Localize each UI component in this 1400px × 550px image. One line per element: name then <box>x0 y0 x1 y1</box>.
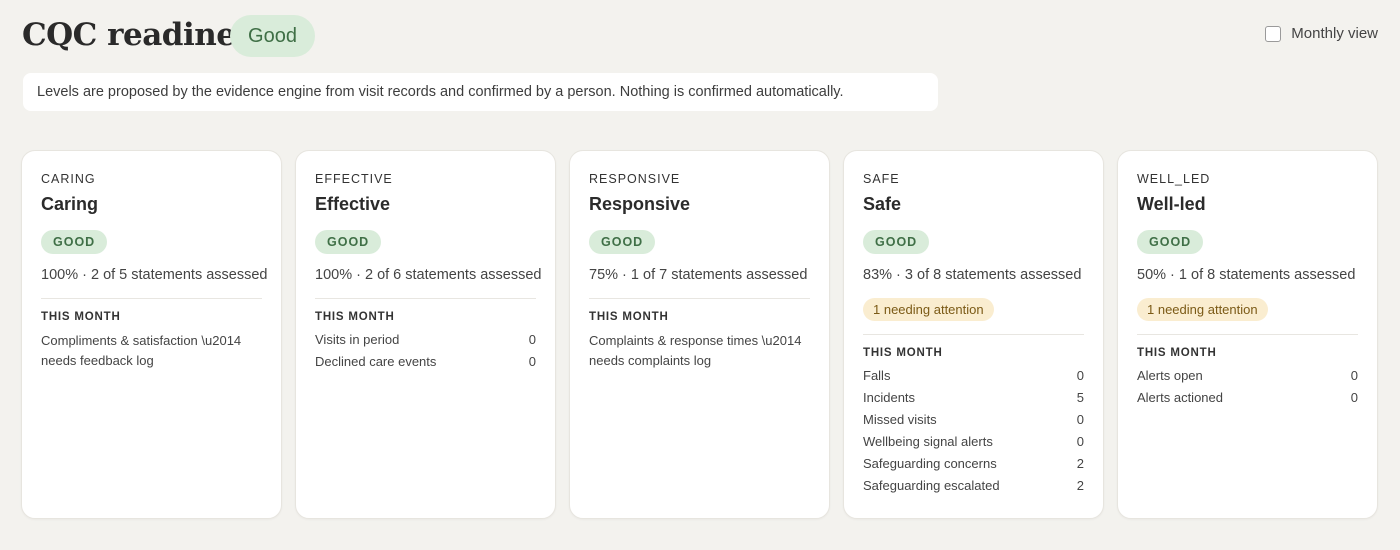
metric-label: Alerts open <box>1137 368 1203 383</box>
domain-key: RESPONSIVE <box>589 172 681 186</box>
metric-row: Falls 0 <box>863 365 1084 387</box>
metric-row: Declined care events 0 <box>315 351 536 373</box>
domain-name: Responsive <box>589 194 691 214</box>
domain-card-well-led[interactable]: WELL_LED Well-led GOOD 50% · 1 of 8 stat… <box>1117 150 1378 519</box>
this-month-label: THIS MONTH <box>1137 347 1217 359</box>
domain-card-responsive[interactable]: RESPONSIVE Responsive GOOD 75% · 1 of 7 … <box>569 150 830 519</box>
statements-progress: 75% · 1 of 7 statements assessed <box>589 267 808 283</box>
metric-label: Missed visits <box>863 412 937 427</box>
level-badge: GOOD <box>41 230 108 254</box>
domain-card-effective[interactable]: EFFECTIVE Effective GOOD 100% · 2 of 6 s… <box>295 150 556 519</box>
monthly-view-toggle[interactable]: Monthly view <box>1265 25 1378 42</box>
metric-label: Falls <box>863 368 891 383</box>
level-badge: GOOD <box>863 230 930 254</box>
divider <box>315 298 536 299</box>
domain-card-safe[interactable]: SAFE Safe GOOD 83% · 3 of 8 statements a… <box>843 150 1104 519</box>
metric-row: Wellbeing signal alerts 0 <box>863 431 1084 453</box>
metric-label: Safeguarding escalated <box>863 478 1000 493</box>
statements-progress: 50% · 1 of 8 statements assessed <box>1137 267 1356 283</box>
metric-label: Wellbeing signal alerts <box>863 434 993 449</box>
level-badge: GOOD <box>1137 230 1204 254</box>
metric-label: Safeguarding concerns <box>863 456 997 471</box>
statements-progress: 100% · 2 of 5 statements assessed <box>41 267 268 283</box>
metric-value: 0 <box>1076 368 1084 383</box>
domain-key: EFFECTIVE <box>315 172 393 186</box>
confirmation-notice: Levels are proposed by the evidence engi… <box>23 73 938 111</box>
metric-label: Alerts actioned <box>1137 390 1223 405</box>
metric-row: Alerts actioned 0 <box>1137 387 1358 409</box>
metric-row: Alerts open 0 <box>1137 365 1358 387</box>
metric-value: 0 <box>1350 368 1358 383</box>
statements-progress: 100% · 2 of 6 statements assessed <box>315 267 542 283</box>
attention-badge: 1 needing attention <box>1137 298 1268 321</box>
metrics-list: Visits in period 0 Declined care events … <box>315 329 536 373</box>
metrics-list: Alerts open 0 Alerts actioned 0 <box>1137 365 1358 409</box>
domain-name: Safe <box>863 194 902 214</box>
metric-row: Safeguarding concerns 2 <box>863 453 1084 475</box>
metric-value: 2 <box>1076 478 1084 493</box>
attention-badge: 1 needing attention <box>863 298 994 321</box>
monthly-view-label: Monthly view <box>1291 25 1378 42</box>
divider <box>863 334 1084 335</box>
evidence-note: Complaints & response times \u2014 needs… <box>589 333 802 368</box>
domain-name: Caring <box>41 194 99 214</box>
metrics-list: Falls 0 Incidents 5 Missed visits 0 Well… <box>863 365 1084 497</box>
domain-cards: CARING Caring GOOD 100% · 2 of 5 stateme… <box>21 150 1378 519</box>
metric-value: 0 <box>528 354 536 369</box>
this-month-label: THIS MONTH <box>589 311 669 323</box>
metric-row: Visits in period 0 <box>315 329 536 351</box>
metric-row: Safeguarding escalated 2 <box>863 475 1084 497</box>
metric-value: 0 <box>1076 412 1084 427</box>
this-month-label: THIS MONTH <box>41 311 121 323</box>
metric-label: Incidents <box>863 390 916 405</box>
domain-name: Effective <box>315 194 391 214</box>
level-badge: GOOD <box>589 230 656 254</box>
overall-level-badge: Good <box>230 15 315 57</box>
metric-value: 5 <box>1076 390 1084 405</box>
evidence-note: Compliments & satisfaction \u2014 needs … <box>41 333 242 368</box>
metric-value: 0 <box>1076 434 1084 449</box>
domain-key: SAFE <box>863 172 900 186</box>
metric-value: 0 <box>1350 390 1358 405</box>
metric-value: 0 <box>528 332 536 347</box>
metric-label: Declined care events <box>315 354 437 369</box>
metric-row: Incidents 5 <box>863 387 1084 409</box>
domain-card-caring[interactable]: CARING Caring GOOD 100% · 2 of 5 stateme… <box>21 150 282 519</box>
this-month-label: THIS MONTH <box>315 311 395 323</box>
level-badge: GOOD <box>315 230 382 254</box>
domain-key: WELL_LED <box>1137 172 1211 186</box>
this-month-label: THIS MONTH <box>863 347 943 359</box>
monthly-view-checkbox[interactable] <box>1265 25 1282 42</box>
divider <box>1137 334 1358 335</box>
metric-row: Missed visits 0 <box>863 409 1084 431</box>
metric-label: Visits in period <box>315 332 400 347</box>
domain-key: CARING <box>41 172 96 186</box>
metric-value: 2 <box>1076 456 1084 471</box>
divider <box>41 298 262 299</box>
statements-progress: 83% · 3 of 8 statements assessed <box>863 267 1082 283</box>
domain-name: Well-led <box>1137 194 1206 214</box>
divider <box>589 298 810 299</box>
